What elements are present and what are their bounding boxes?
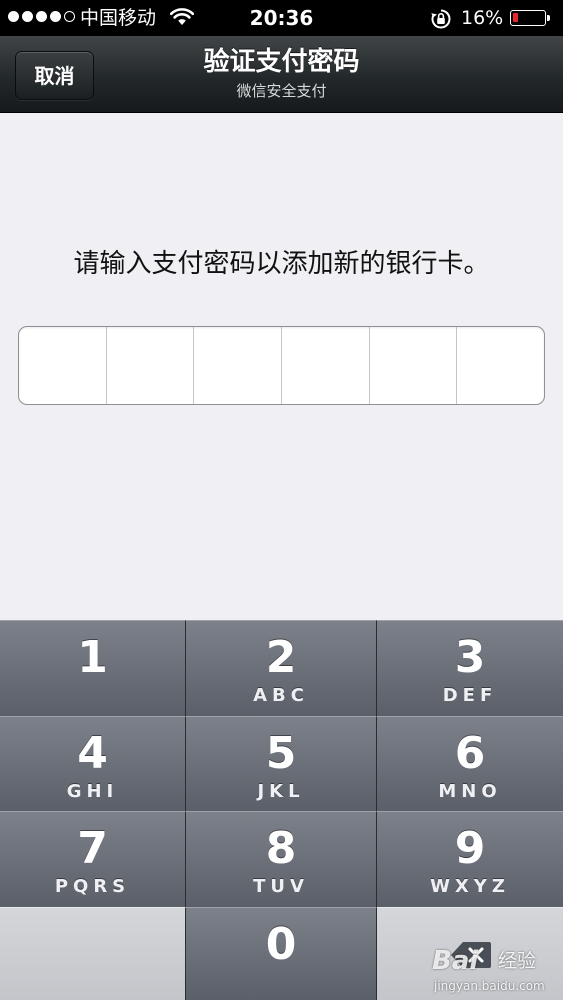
pin-digit-field[interactable] (194, 327, 283, 404)
battery-icon (510, 10, 550, 26)
keypad-key-4[interactable]: 4 GHI (0, 716, 186, 811)
keypad-key-7[interactable]: 7 PQRS (0, 811, 186, 907)
battery-percentage: 16% (461, 7, 504, 29)
keypad-key-8[interactable]: 8 TUV (186, 811, 377, 907)
status-bar: 中国移动 20:36 16% (0, 0, 563, 36)
backspace-icon (451, 942, 491, 968)
numeric-keypad: 1 2 ABC 3 DEF 4 GHI 5 JKL 6 MNO 7 PQRS 8… (0, 620, 563, 1000)
keypad-key-2[interactable]: 2 ABC (186, 620, 377, 716)
pin-digit-field[interactable] (282, 327, 370, 404)
pin-digit-field[interactable] (19, 327, 107, 404)
keypad-key-5[interactable]: 5 JKL (186, 716, 377, 811)
pin-digit-field[interactable] (457, 327, 544, 404)
password-prompt: 请输入支付密码以添加新的银行卡。 (73, 249, 490, 279)
pin-digit-field[interactable] (107, 327, 195, 404)
keypad-key-0[interactable]: 0 (186, 907, 377, 1000)
page-subtitle: 微信安全支付 (236, 82, 327, 100)
navigation-bar: 取消 验证支付密码 微信安全支付 (0, 36, 563, 113)
payment-password-input[interactable] (18, 326, 545, 405)
pin-digit-field[interactable] (370, 327, 458, 404)
keypad-key-9[interactable]: 9 WXYZ (377, 811, 563, 907)
keypad-blank-key (0, 907, 186, 1000)
page-title: 验证支付密码 (203, 47, 360, 77)
keypad-key-6[interactable]: 6 MNO (377, 716, 563, 811)
keypad-key-3[interactable]: 3 DEF (377, 620, 563, 716)
battery-level (513, 13, 518, 22)
keypad-delete-key[interactable] (377, 907, 563, 1000)
rotation-lock-icon (431, 9, 451, 29)
keypad-key-1[interactable]: 1 (0, 620, 186, 716)
